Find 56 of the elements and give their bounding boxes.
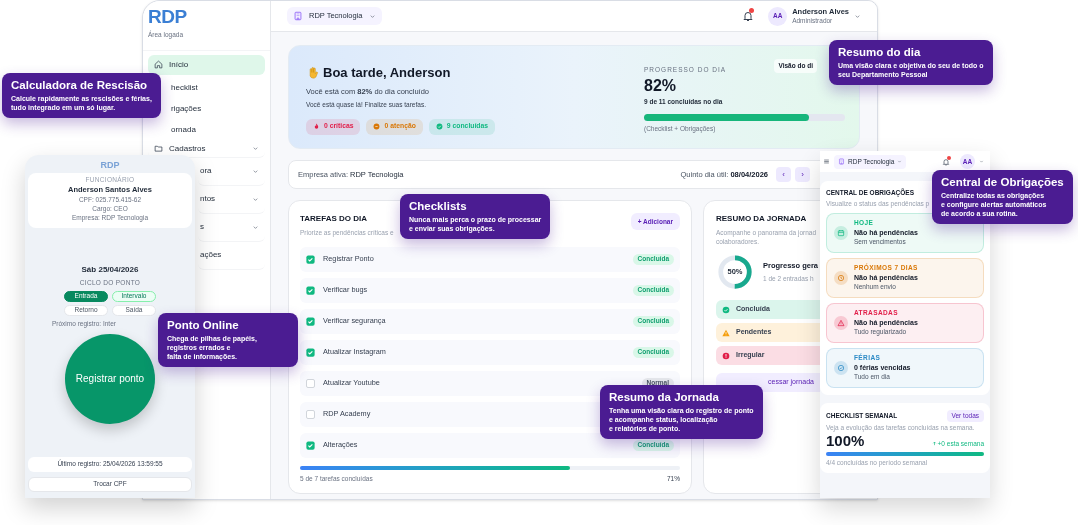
- tooltip-title: Resumo do dia: [838, 46, 922, 59]
- sidebar-item[interactable]: ora: [198, 157, 265, 186]
- notification-bell[interactable]: [742, 10, 755, 22]
- arrow-up-icon: [931, 441, 937, 447]
- building-icon: [838, 158, 845, 165]
- chevron-icon: [252, 145, 259, 153]
- chevron-icon: [368, 12, 376, 20]
- checkbox[interactable]: [306, 285, 315, 295]
- menu-icon[interactable]: [823, 158, 830, 165]
- chevron-icon: [252, 223, 259, 231]
- sidebar-item[interactable]: Início: [148, 54, 265, 75]
- waving-hand-icon: [306, 65, 320, 80]
- warning-icon: [837, 318, 845, 327]
- logo: RDP: [147, 5, 188, 28]
- checkbox[interactable]: [306, 316, 315, 326]
- sidebar-item[interactable]: ações: [198, 241, 265, 270]
- sidebar-item[interactable]: s: [198, 213, 265, 242]
- check-circle-icon: [837, 363, 845, 372]
- flame-icon: [313, 123, 320, 130]
- minus-circle-icon: [373, 123, 381, 130]
- building-icon: [293, 11, 303, 21]
- chevron-icon: [897, 159, 903, 164]
- checkbox[interactable]: [306, 347, 315, 357]
- register-button[interactable]: Registrar ponto: [65, 333, 155, 424]
- logo: RDP: [100, 160, 120, 170]
- tooltip-title: Ponto Online: [167, 319, 240, 332]
- checkbox[interactable]: [306, 254, 315, 264]
- bell-icon: [742, 10, 755, 22]
- tooltip-title: Calculadora de Rescisão: [11, 79, 149, 92]
- progress-percent: 82%: [644, 76, 678, 95]
- checkbox[interactable]: [306, 378, 315, 388]
- tooltip-title: Checklists: [409, 200, 468, 213]
- chevron-icon: [854, 12, 861, 20]
- sidebar-item[interactable]: hecklist: [170, 77, 265, 99]
- weekly-percent: 100%: [826, 431, 865, 449]
- bell-icon: [942, 157, 950, 166]
- greeting: Boa tarde, Anderson: [323, 64, 451, 82]
- sidebar-item[interactable]: ornada: [170, 119, 265, 141]
- folder-icon: [154, 144, 163, 154]
- card-title: TAREFAS DO DIA: [300, 213, 368, 225]
- donut-chart: [716, 253, 754, 291]
- next-button[interactable]: ›: [795, 167, 810, 182]
- chevron-icon: [979, 159, 984, 164]
- previous-button[interactable]: ‹: [776, 167, 791, 182]
- home-icon: [154, 60, 163, 70]
- sidebar-item[interactable]: rigações: [170, 98, 265, 120]
- sidebar-item[interactable]: ntos: [198, 185, 265, 214]
- checkbox[interactable]: [306, 409, 315, 419]
- checkbox[interactable]: [306, 440, 315, 450]
- check-circle-icon: [435, 123, 443, 130]
- chevron-icon: [252, 167, 259, 175]
- chevron-icon: [252, 195, 259, 203]
- calendar-icon: [837, 228, 845, 237]
- tooltip-title: Central de Obrigações: [941, 176, 1064, 189]
- date-text: Sáb 25/04/2026: [81, 264, 139, 276]
- clock-icon: [837, 273, 845, 282]
